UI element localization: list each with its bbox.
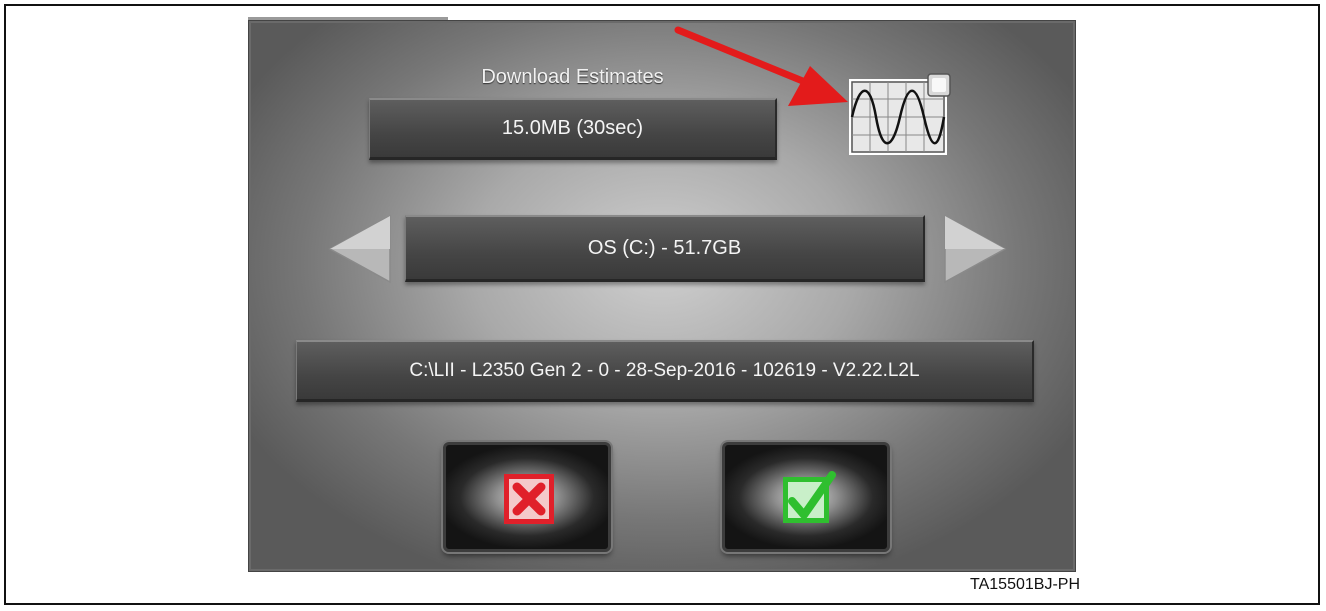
next-drive-button[interactable]: [937, 214, 1007, 284]
annotation-red-arrow: [674, 26, 848, 106]
figure-caption: TA15501BJ-PH: [970, 576, 1080, 593]
drive-selector-display[interactable]: OS (C:) - 51.7GB: [405, 215, 925, 282]
confirm-button[interactable]: [722, 442, 890, 552]
file-path-display: C:\LII - L2350 Gen 2 - 0 - 28-Sep-2016 -…: [296, 340, 1034, 402]
red-x-icon: [504, 474, 554, 524]
oscilloscope-waveform-icon[interactable]: [848, 72, 952, 158]
file-path-text: C:\LII - L2350 Gen 2 - 0 - 28-Sep-2016 -…: [409, 359, 920, 381]
cancel-button[interactable]: [443, 442, 611, 552]
download-estimate-value: 15.0MB (30sec): [501, 117, 644, 139]
previous-drive-button[interactable]: [328, 214, 398, 284]
drive-label: OS (C:) - 51.7GB: [587, 236, 742, 259]
green-checkmark-icon: [783, 471, 836, 523]
